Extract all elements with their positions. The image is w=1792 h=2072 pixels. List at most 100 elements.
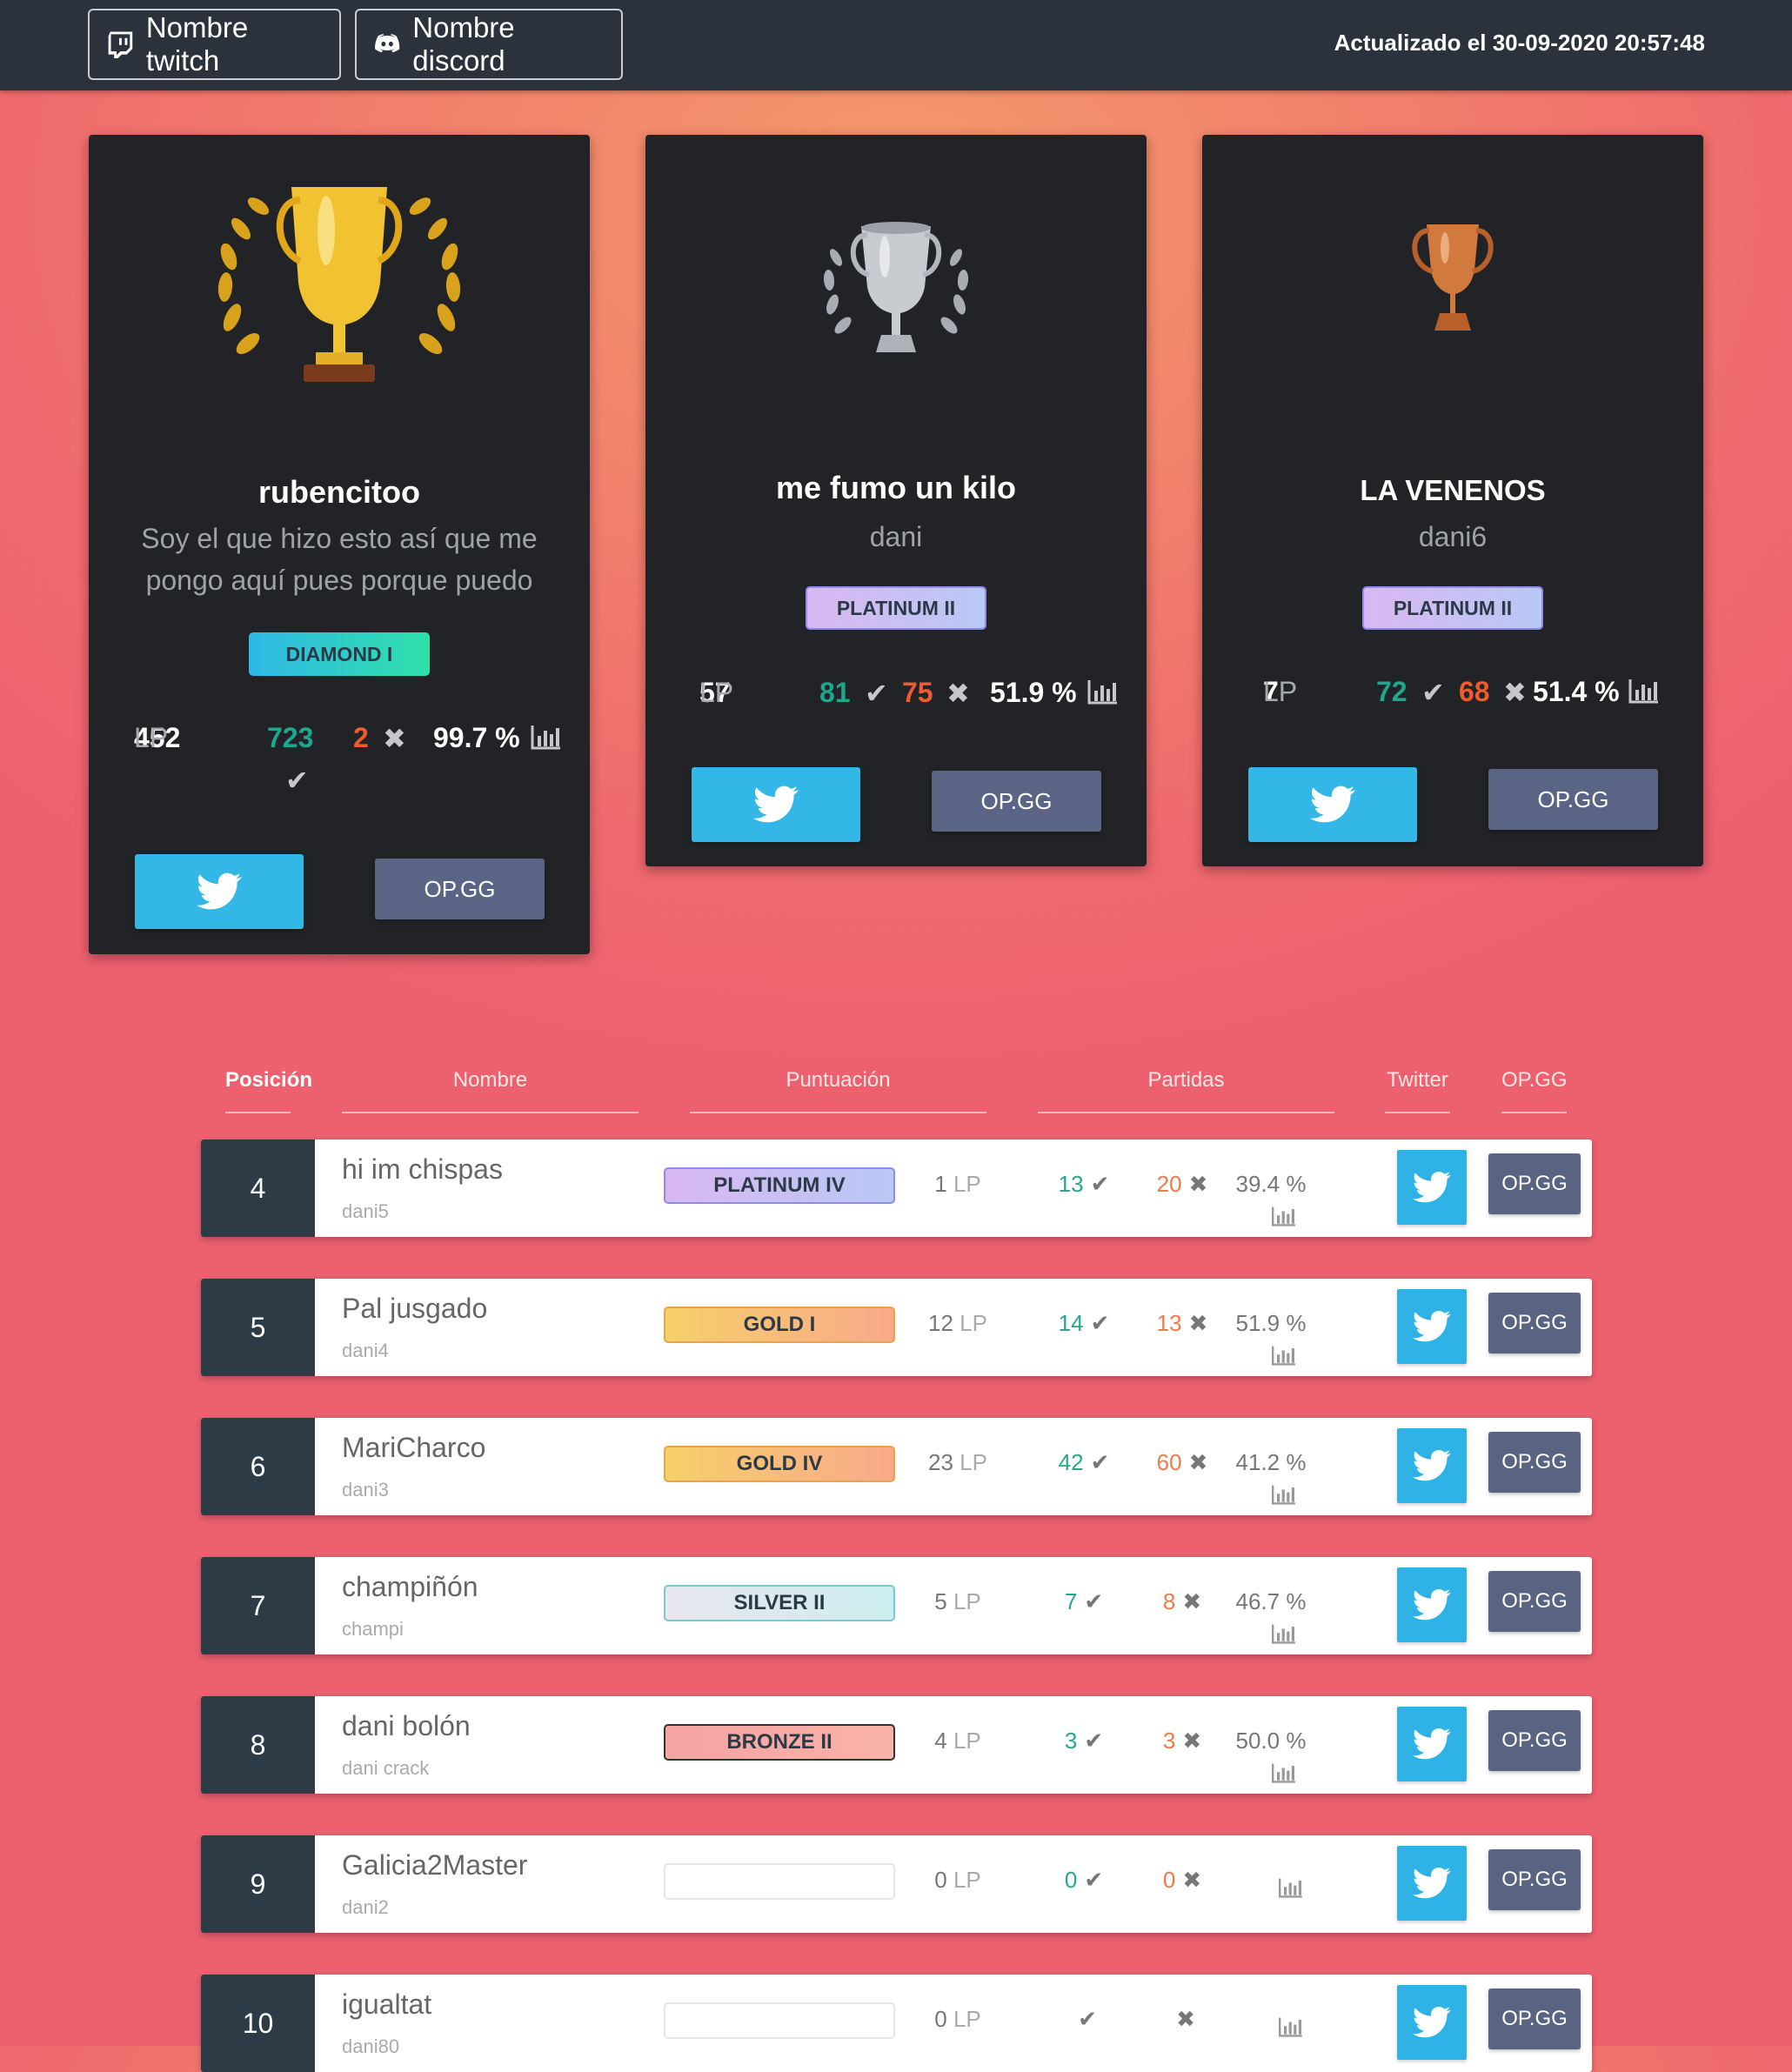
losses-value: 75 xyxy=(902,677,933,708)
lp-value: 0 xyxy=(934,1867,947,1893)
lp-value: 5 xyxy=(934,1588,947,1614)
losses-value: 8 xyxy=(1162,1588,1176,1614)
tier-badge: DIAMOND I xyxy=(249,632,430,676)
row-wins: 13 ✔ xyxy=(1045,1171,1123,1198)
row-player-subtitle: dani3 xyxy=(342,1479,389,1501)
twitter-bird-icon xyxy=(1413,1449,1451,1481)
check-icon: ✔ xyxy=(1084,1867,1104,1893)
row-twitter-button[interactable] xyxy=(1397,1707,1467,1781)
row-player-subtitle: dani5 xyxy=(342,1200,389,1222)
row-player-name: dani bolón xyxy=(342,1710,471,1741)
row-twitter-button[interactable] xyxy=(1397,1846,1467,1921)
row-opgg-button[interactable]: OP.GG xyxy=(1488,1988,1581,2049)
row-lp: 5 LP xyxy=(923,1588,993,1615)
opgg-button[interactable]: OP.GG xyxy=(1488,769,1658,830)
twitter-bird-icon xyxy=(1413,1171,1451,1203)
row-winrate: 50.0 % xyxy=(1235,1728,1307,1754)
discord-icon xyxy=(375,34,400,53)
row-twitter-button[interactable] xyxy=(1397,1289,1467,1364)
lp-unit: LP xyxy=(953,1867,981,1893)
bar-chart-icon[interactable] xyxy=(1271,1623,1297,1648)
column-header-score[interactable]: Puntuación xyxy=(690,1068,986,1113)
twitter-button[interactable] xyxy=(692,767,860,842)
cross-icon: ✖ xyxy=(383,723,406,754)
row-player-name: hi im chispas xyxy=(342,1153,503,1185)
row-losses: 0 ✖ xyxy=(1143,1867,1221,1894)
row-opgg-button[interactable]: OP.GG xyxy=(1488,1293,1581,1353)
table-row: 10 igualtat dani80 0 LP ✔ ✖ OP.GG xyxy=(201,1975,1592,2072)
bar-chart-icon[interactable] xyxy=(531,724,562,757)
column-header-position[interactable]: Posición xyxy=(225,1068,312,1113)
bar-chart-icon[interactable] xyxy=(1271,1484,1297,1509)
row-opgg-button[interactable]: OP.GG xyxy=(1488,1432,1581,1493)
check-icon: ✔ xyxy=(1090,1171,1110,1197)
row-losses: ✖ xyxy=(1143,2006,1221,2033)
twitter-button[interactable] xyxy=(135,854,304,929)
twitter-bird-icon xyxy=(1413,1867,1451,1899)
row-position: 9 xyxy=(201,1835,315,1933)
wins-value: 81 xyxy=(819,677,851,708)
row-losses: 20 ✖ xyxy=(1143,1171,1221,1198)
row-twitter-button[interactable] xyxy=(1397,1567,1467,1642)
bar-chart-icon[interactable] xyxy=(1628,678,1660,711)
row-player-subtitle: dani80 xyxy=(342,2035,400,2057)
row-winrate: 51.9 % xyxy=(1235,1310,1307,1336)
row-opgg-button[interactable]: OP.GG xyxy=(1488,1153,1581,1214)
lp-unit: LP xyxy=(953,1171,981,1197)
row-twitter-button[interactable] xyxy=(1397,1985,1467,2060)
row-twitter-button[interactable] xyxy=(1397,1428,1467,1503)
row-position: 7 xyxy=(201,1557,315,1654)
row-tier-badge xyxy=(664,2002,895,2039)
cross-icon: ✖ xyxy=(946,678,970,709)
row-losses: 3 ✖ xyxy=(1143,1728,1221,1755)
bar-chart-icon[interactable] xyxy=(1087,678,1119,712)
twitch-button[interactable]: Nombre twitch xyxy=(88,9,341,80)
lp-unit: LP xyxy=(1263,676,1298,707)
top-navbar: Nombre twitch Nombre discord Actualizado… xyxy=(0,0,1792,90)
twitter-button[interactable] xyxy=(1248,767,1417,842)
column-header-twitter[interactable]: Twitter xyxy=(1385,1068,1450,1113)
row-winrate: 46.7 % xyxy=(1235,1588,1307,1614)
opgg-button[interactable]: OP.GG xyxy=(932,771,1101,832)
discord-button-label: Nombre discord xyxy=(412,11,515,77)
table-row: 4 hi im chispas dani5 PLATINUM IV 1 LP 1… xyxy=(201,1140,1592,1237)
twitter-bird-icon xyxy=(1310,785,1355,823)
row-opgg-button[interactable]: OP.GG xyxy=(1488,1849,1581,1910)
player-subtitle: Soy el que hizo esto así que me pongo aq… xyxy=(141,523,538,596)
twitter-bird-icon xyxy=(1413,1310,1451,1342)
opgg-button[interactable]: OP.GG xyxy=(375,859,545,919)
row-winrate: 41.2 % xyxy=(1235,1449,1307,1475)
losses-value: 3 xyxy=(1162,1728,1176,1754)
check-icon: ✔ xyxy=(1078,2006,1097,2032)
lp-unit: LP xyxy=(699,677,734,708)
lp-unit: LP xyxy=(134,722,169,753)
row-twitter-button[interactable] xyxy=(1397,1150,1467,1225)
twitter-bird-icon xyxy=(1413,1588,1451,1621)
discord-button[interactable]: Nombre discord xyxy=(355,9,623,80)
row-position: 10 xyxy=(201,1975,315,2072)
check-icon: ✔ xyxy=(1084,1588,1104,1614)
wins-value: 7 xyxy=(1064,1588,1078,1614)
wins-value: 13 xyxy=(1058,1171,1084,1197)
losses-value: 60 xyxy=(1156,1449,1182,1475)
row-player-name: Galicia2Master xyxy=(342,1849,528,1881)
bar-chart-icon[interactable] xyxy=(1278,2016,1304,2042)
wins-value: 0 xyxy=(1064,1867,1078,1893)
column-header-games[interactable]: Partidas xyxy=(1038,1068,1334,1113)
table-row: 9 Galicia2Master dani2 0 LP 0 ✔ 0 ✖ OP.GG xyxy=(201,1835,1592,1933)
bar-chart-icon[interactable] xyxy=(1271,1206,1297,1231)
bar-chart-icon[interactable] xyxy=(1278,1877,1304,1902)
row-wins: 14 ✔ xyxy=(1045,1310,1123,1337)
row-player-subtitle: dani crack xyxy=(342,1757,430,1779)
row-opgg-button[interactable]: OP.GG xyxy=(1488,1571,1581,1632)
row-player-name: Pal jusgado xyxy=(342,1293,488,1324)
row-player-name: igualtat xyxy=(342,1988,432,2020)
column-header-name[interactable]: Nombre xyxy=(342,1068,639,1113)
podium-card-third: LA VENENOS dani6 PLATINUM II 7 LP 72 ✔ 6… xyxy=(1202,135,1703,866)
row-opgg-button[interactable]: OP.GG xyxy=(1488,1710,1581,1771)
wins-value: 14 xyxy=(1058,1310,1084,1336)
lp-unit: LP xyxy=(960,1310,987,1336)
bar-chart-icon[interactable] xyxy=(1271,1762,1297,1788)
column-header-opgg[interactable]: OP.GG xyxy=(1501,1068,1568,1113)
bar-chart-icon[interactable] xyxy=(1271,1345,1297,1370)
